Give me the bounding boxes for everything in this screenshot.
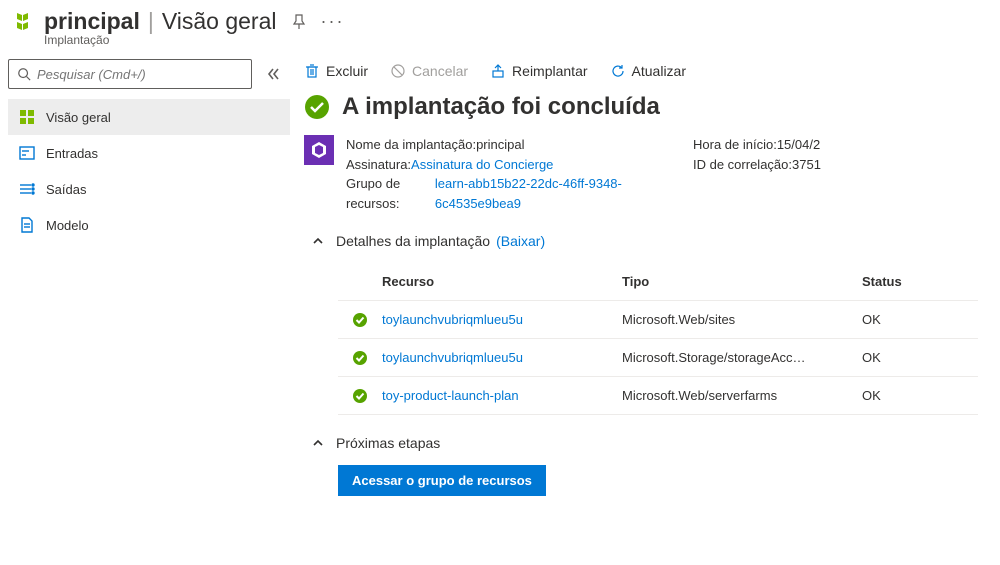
resource-type: Microsoft.Web/sites bbox=[622, 312, 862, 327]
page-header: principal | Visão geral ··· Implantação bbox=[0, 0, 1000, 53]
resource-group-label: Grupo de recursos: bbox=[346, 174, 435, 213]
success-icon bbox=[352, 350, 368, 366]
deployment-summary: Nome da implantação: principal Assinatur… bbox=[304, 135, 1000, 213]
main-content: Excluir Cancelar Reimplantar Atualizar bbox=[290, 53, 1000, 496]
page-subtitle: Visão geral bbox=[162, 8, 277, 35]
table-header-row: Recurso Tipo Status bbox=[338, 263, 978, 301]
next-steps-label: Próximas etapas bbox=[336, 435, 440, 451]
search-input[interactable] bbox=[37, 67, 243, 82]
deployment-resources-table: Recurso Tipo Status toylaunchvubriqmlueu… bbox=[338, 263, 978, 415]
success-icon bbox=[352, 312, 368, 328]
overview-icon bbox=[18, 109, 36, 125]
page-title: principal bbox=[44, 8, 140, 35]
correlation-id-label: ID de correlação: bbox=[693, 155, 792, 175]
start-time-value: 15/04/2 bbox=[777, 135, 820, 155]
sidebar-item-label: Visão geral bbox=[46, 110, 111, 125]
table-row: toylaunchvubriqmlueu5u Microsoft.Web/sit… bbox=[338, 301, 978, 339]
deployment-details-label: Detalhes da implantação bbox=[336, 233, 490, 249]
arm-template-icon bbox=[304, 135, 334, 165]
success-icon bbox=[304, 94, 330, 120]
sidebar: Visão geral Entradas Saídas Modelo bbox=[0, 53, 290, 496]
inputs-icon bbox=[18, 145, 36, 161]
resource-type: Microsoft.Web/serverfarms bbox=[622, 388, 862, 403]
cancel-button: Cancelar bbox=[390, 63, 468, 79]
redeploy-button[interactable]: Reimplantar bbox=[490, 63, 587, 79]
resource-status: OK bbox=[862, 388, 978, 403]
sidebar-item-inputs[interactable]: Entradas bbox=[8, 135, 290, 171]
search-icon bbox=[17, 67, 31, 81]
start-time-label: Hora de início: bbox=[693, 135, 777, 155]
resource-link[interactable]: toylaunchvubriqmlueu5u bbox=[382, 350, 622, 365]
outputs-icon bbox=[18, 181, 36, 197]
more-icon[interactable]: ··· bbox=[321, 11, 345, 32]
col-type: Tipo bbox=[622, 274, 862, 289]
chevron-up-icon bbox=[312, 437, 324, 449]
refresh-icon bbox=[610, 63, 626, 79]
resource-status: OK bbox=[862, 350, 978, 365]
pin-icon[interactable] bbox=[291, 14, 307, 30]
sidebar-item-outputs[interactable]: Saídas bbox=[8, 171, 290, 207]
subscription-label: Assinatura: bbox=[346, 155, 411, 175]
subscription-link[interactable]: Assinatura do Concierge bbox=[411, 155, 553, 175]
download-link[interactable]: (Baixar) bbox=[496, 233, 545, 249]
deployment-status: A implantação foi concluída bbox=[304, 93, 1000, 121]
col-status: Status bbox=[862, 274, 978, 289]
resource-group-link[interactable]: learn-abb15b22-22dc-46ff-9348-6c4535e9be… bbox=[435, 174, 653, 213]
sidebar-item-overview[interactable]: Visão geral bbox=[8, 99, 290, 135]
sidebar-item-label: Entradas bbox=[46, 146, 98, 161]
sidebar-item-label: Modelo bbox=[46, 218, 89, 233]
sidebar-item-template[interactable]: Modelo bbox=[8, 207, 290, 243]
resource-link[interactable]: toylaunchvubriqmlueu5u bbox=[382, 312, 622, 327]
template-icon bbox=[18, 217, 36, 233]
sidebar-item-label: Saídas bbox=[46, 182, 86, 197]
col-resource: Recurso bbox=[382, 274, 622, 289]
delete-button[interactable]: Excluir bbox=[304, 63, 368, 79]
breadcrumb: Implantação bbox=[44, 33, 344, 47]
collapse-sidebar-icon[interactable] bbox=[266, 67, 280, 81]
resource-status: OK bbox=[862, 312, 978, 327]
toolbar: Excluir Cancelar Reimplantar Atualizar bbox=[304, 59, 1000, 93]
next-steps-toggle[interactable]: Próximas etapas bbox=[312, 435, 1000, 451]
cancel-icon bbox=[390, 63, 406, 79]
delete-icon bbox=[304, 63, 320, 79]
deployment-name-label: Nome da implantação: bbox=[346, 135, 476, 155]
search-input-wrapper[interactable] bbox=[8, 59, 252, 89]
deployment-details-toggle[interactable]: Detalhes da implantação (Baixar) bbox=[312, 233, 1000, 249]
resource-icon bbox=[10, 10, 36, 36]
redeploy-icon bbox=[490, 63, 506, 79]
title-separator: | bbox=[148, 8, 154, 35]
refresh-button[interactable]: Atualizar bbox=[610, 63, 686, 79]
go-to-resource-group-button[interactable]: Acessar o grupo de recursos bbox=[338, 465, 546, 496]
deployment-name-value: principal bbox=[476, 135, 524, 155]
deployment-status-title: A implantação foi concluída bbox=[342, 93, 660, 121]
resource-type: Microsoft.Storage/storageAcc… bbox=[622, 350, 862, 365]
table-row: toy-product-launch-plan Microsoft.Web/se… bbox=[338, 377, 978, 415]
correlation-id-value: 3751 bbox=[792, 155, 821, 175]
success-icon bbox=[352, 388, 368, 404]
table-row: toylaunchvubriqmlueu5u Microsoft.Storage… bbox=[338, 339, 978, 377]
resource-link[interactable]: toy-product-launch-plan bbox=[382, 388, 622, 403]
chevron-up-icon bbox=[312, 235, 324, 247]
